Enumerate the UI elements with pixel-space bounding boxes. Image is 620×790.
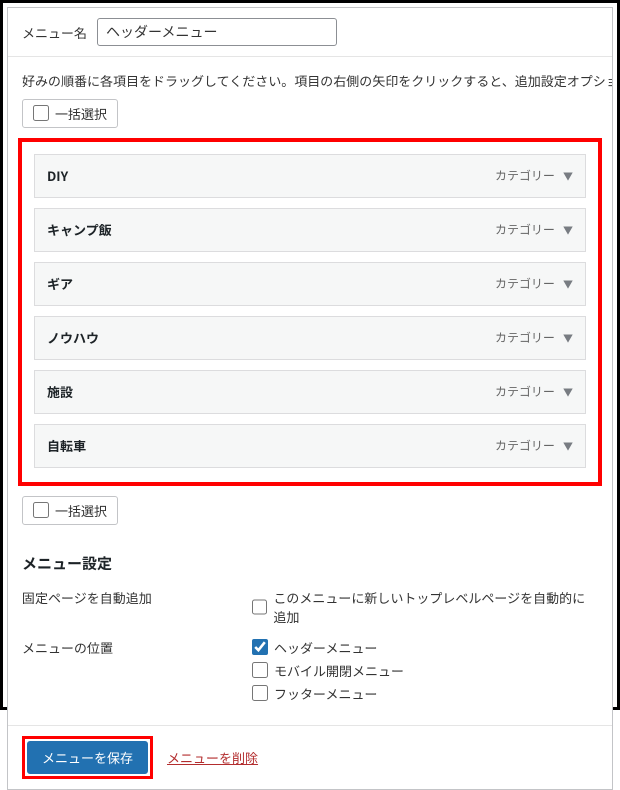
location-label-header: ヘッダーメニュー (274, 638, 377, 657)
bulk-select-checkbox-bottom[interactable] (33, 502, 49, 518)
auto-add-checkbox[interactable] (252, 599, 267, 615)
save-menu-button[interactable]: メニューを保存 (27, 741, 148, 774)
menu-item-type: カテゴリー (495, 167, 555, 184)
location-label: メニューの位置 (22, 638, 252, 707)
menu-name-label: メニュー名 (22, 23, 87, 42)
chevron-down-icon[interactable]: ▼ (563, 384, 573, 399)
menu-item-type: カテゴリー (495, 383, 555, 400)
location-checkbox-header[interactable] (252, 639, 268, 655)
bulk-select-label-bottom: 一括選択 (55, 501, 107, 520)
bulk-select-bottom[interactable]: 一括選択 (22, 496, 118, 525)
menu-settings-heading: メニュー設定 (8, 535, 612, 584)
menu-name-row: メニュー名 (8, 8, 612, 57)
chevron-down-icon[interactable]: ▼ (563, 330, 573, 345)
footer-row: メニューを保存 メニューを削除 (8, 725, 612, 789)
bulk-select-label-top: 一括選択 (55, 104, 107, 123)
menu-item-title: DIY (47, 166, 68, 185)
location-row: メニューの位置 ヘッダーメニュー モバイル開閉メニュー フッターメニュー (8, 634, 612, 711)
menu-item[interactable]: 自転車 カテゴリー ▼ (34, 424, 586, 468)
menu-item-title: ギア (47, 274, 73, 293)
location-label-footer: フッターメニュー (274, 684, 377, 703)
chevron-down-icon[interactable]: ▼ (563, 276, 573, 291)
save-button-highlight: メニューを保存 (22, 736, 153, 779)
location-checkbox-mobile[interactable] (252, 662, 268, 678)
chevron-down-icon[interactable]: ▼ (563, 438, 573, 453)
menu-name-input[interactable] (97, 18, 337, 46)
bulk-select-checkbox-top[interactable] (33, 105, 49, 121)
menu-item[interactable]: DIY カテゴリー ▼ (34, 154, 586, 198)
auto-add-label: 固定ページを自動追加 (22, 588, 252, 630)
menu-item-title: 自転車 (47, 436, 86, 455)
menu-item[interactable]: キャンプ飯 カテゴリー ▼ (34, 208, 586, 252)
location-label-mobile: モバイル開閉メニュー (274, 661, 404, 680)
location-checkbox-footer[interactable] (252, 685, 268, 701)
menu-item-title: キャンプ飯 (47, 220, 112, 239)
menu-item[interactable]: ギア カテゴリー ▼ (34, 262, 586, 306)
bulk-select-top[interactable]: 一括選択 (22, 99, 118, 128)
instructions-text: 好みの順番に各項目をドラッグしてください。項目の右側の矢印をクリックすると、追加… (8, 57, 612, 99)
delete-menu-link[interactable]: メニューを削除 (167, 748, 258, 767)
menu-item-type: カテゴリー (495, 275, 555, 292)
chevron-down-icon[interactable]: ▼ (563, 222, 573, 237)
auto-add-text: このメニューに新しいトップレベルページを自動的に追加 (273, 588, 598, 626)
menu-item-type: カテゴリー (495, 437, 555, 454)
menu-item[interactable]: 施設 カテゴリー ▼ (34, 370, 586, 414)
menu-item-title: 施設 (47, 382, 73, 401)
menu-item-type: カテゴリー (495, 221, 555, 238)
chevron-down-icon[interactable]: ▼ (563, 168, 573, 183)
auto-add-row: 固定ページを自動追加 このメニューに新しいトップレベルページを自動的に追加 (8, 584, 612, 634)
menu-item-type: カテゴリー (495, 329, 555, 346)
menu-items-highlight: DIY カテゴリー ▼ キャンプ飯 カテゴリー ▼ ギア カテゴリー ▼ (18, 138, 602, 486)
menu-item-title: ノウハウ (47, 328, 99, 347)
menu-item[interactable]: ノウハウ カテゴリー ▼ (34, 316, 586, 360)
